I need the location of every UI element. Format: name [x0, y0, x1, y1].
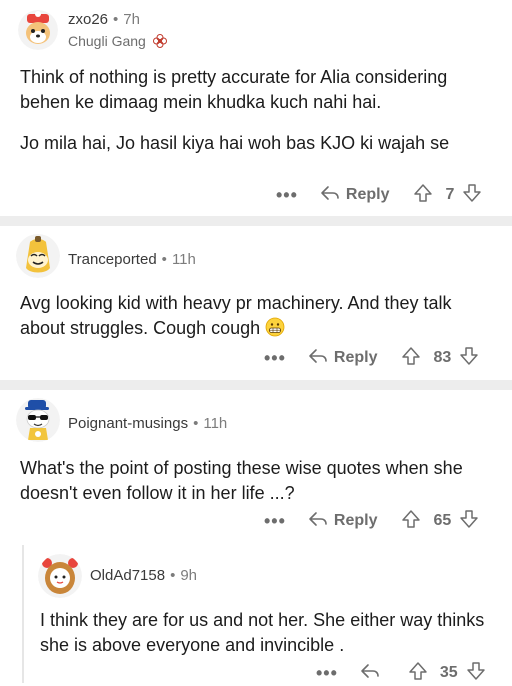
- username[interactable]: Poignant-musings: [68, 415, 188, 432]
- reply-label: Reply: [333, 349, 378, 366]
- vote-score: 7: [445, 186, 455, 203]
- comment-actions: ••• Reply 83: [264, 346, 479, 370]
- comment-body: I think they are for us and not her. She…: [40, 608, 500, 658]
- reply-arrow-icon: [308, 347, 334, 370]
- comment-text: Avg looking kid with heavy pr machinery.…: [20, 293, 452, 338]
- comment-paragraph: Think of nothing is pretty accurate for …: [20, 67, 448, 112]
- reply-button[interactable]: Reply: [320, 184, 390, 207]
- reply-button[interactable]: [360, 662, 386, 685]
- reply-button[interactable]: Reply: [308, 510, 378, 533]
- user-flair: Chugli Gang: [68, 33, 167, 51]
- timestamp: 11h: [203, 415, 228, 432]
- comment-divider: [0, 380, 512, 390]
- avatar[interactable]: [18, 10, 58, 50]
- comment-actions: ••• Reply 7: [276, 183, 482, 207]
- more-options-button[interactable]: •••: [264, 349, 286, 367]
- comment-tranceported: Tranceported • 11h Avg looking kid with he…: [0, 226, 512, 381]
- reply-label: Reply: [333, 512, 378, 529]
- downvote-arrow-icon[interactable]: [466, 661, 486, 686]
- username[interactable]: Tranceported: [68, 251, 157, 268]
- comment-meta: OldAd7158 • 9h: [90, 567, 198, 584]
- downvote-arrow-icon[interactable]: [459, 346, 479, 371]
- more-options-button[interactable]: •••: [276, 186, 298, 204]
- vote-controls: 65: [401, 509, 479, 534]
- comment-zxo26: zxo26 • 7h Chugli Gang Think of nothing is…: [0, 0, 512, 220]
- upvote-arrow-icon[interactable]: [408, 661, 428, 686]
- timestamp: 7h: [123, 11, 140, 28]
- upvote-arrow-icon[interactable]: [401, 346, 421, 371]
- comment-body: What's the point of posting these wise q…: [20, 456, 496, 506]
- grimacing-face-emoji: [265, 317, 285, 344]
- downvote-arrow-icon[interactable]: [462, 183, 482, 208]
- comment-paragraph: Jo mila hai, Jo hasil kiya hai woh bas K…: [20, 133, 450, 153]
- comment-paragraph: Avg looking kid with heavy pr machinery.…: [20, 291, 496, 344]
- vote-controls: 83: [401, 346, 479, 371]
- comment-body: Think of nothing is pretty accurate for …: [20, 65, 496, 156]
- reply-arrow-icon: [360, 662, 386, 685]
- timestamp: 11h: [171, 251, 196, 268]
- comment-poignant-musings: Poignant-musings • 11h What's the point of…: [0, 390, 512, 540]
- comment-oldad7158: OldAd7158 • 9h I think they are for us and…: [0, 540, 512, 683]
- reply-label: Reply: [345, 186, 390, 203]
- more-options-button[interactable]: •••: [316, 664, 338, 682]
- comment-body: Avg looking kid with heavy pr machinery.…: [20, 291, 496, 344]
- reply-arrow-icon: [320, 184, 346, 207]
- comment-paragraph: What's the point of posting these wise q…: [20, 458, 463, 503]
- flair-text: Chugli Gang: [68, 33, 146, 49]
- comment-meta: Tranceported • 11h: [68, 251, 196, 268]
- comment-divider: [0, 216, 512, 226]
- vote-controls: 35: [408, 661, 486, 686]
- vote-score: 65: [433, 512, 452, 529]
- username[interactable]: OldAd7158: [90, 567, 165, 584]
- vote-score: 83: [433, 349, 452, 366]
- comment-meta: Poignant-musings • 11h: [68, 415, 228, 432]
- comment-meta: zxo26 • 7h: [68, 11, 140, 28]
- reply-arrow-icon: [308, 510, 334, 533]
- timestamp: 9h: [180, 567, 198, 584]
- avatar[interactable]: [16, 234, 60, 278]
- vote-score: 35: [439, 664, 458, 681]
- downvote-arrow-icon[interactable]: [459, 509, 479, 534]
- upvote-arrow-icon[interactable]: [401, 509, 421, 534]
- upvote-arrow-icon[interactable]: [413, 183, 433, 208]
- vote-controls: 7: [413, 183, 482, 208]
- comment-actions: ••• Reply 65: [264, 509, 479, 533]
- avatar[interactable]: [38, 554, 82, 598]
- flower-icon: [152, 34, 167, 51]
- avatar[interactable]: [16, 398, 60, 442]
- comment-actions: ••• 35: [316, 661, 486, 685]
- comment-paragraph: I think they are for us and not her. She…: [40, 610, 485, 655]
- more-options-button[interactable]: •••: [264, 512, 286, 530]
- username[interactable]: zxo26: [68, 11, 108, 28]
- reply-button[interactable]: Reply: [308, 347, 378, 370]
